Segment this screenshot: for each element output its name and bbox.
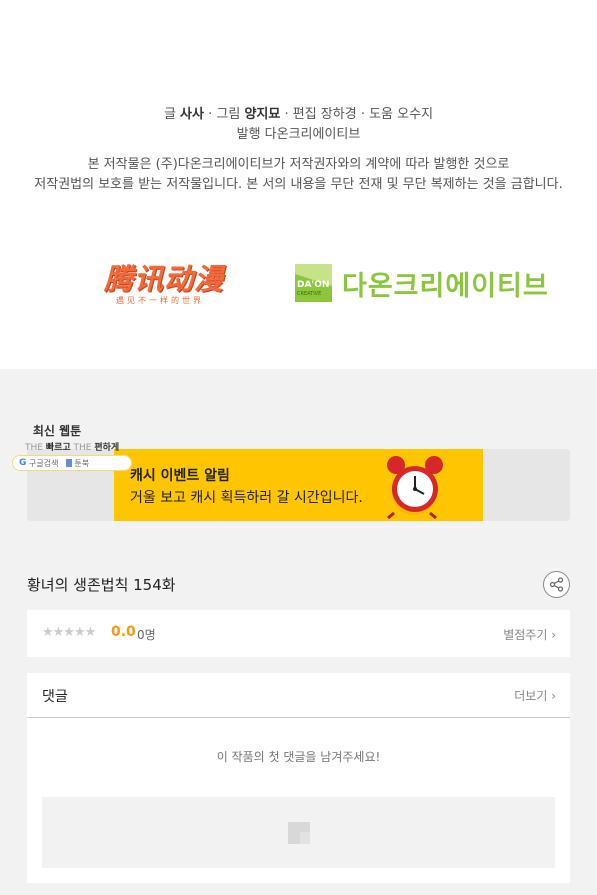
comments-header: 댓글 더보기 ›	[27, 673, 570, 718]
tencent-logo-tagline: 遇见不一样的世界	[116, 296, 204, 305]
daon-logo-mark: DA'ON CREATIVE	[295, 264, 332, 302]
editor-label: 편집	[292, 107, 317, 122]
rating-count: 0명	[137, 628, 156, 642]
comment-input-box[interactable]	[42, 797, 555, 868]
comments-empty-message: 이 작품의 첫 댓글을 남겨주세요!	[216, 750, 381, 764]
banner-title: 캐시 이벤트 알림	[130, 468, 230, 484]
rate-button[interactable]: 별점주기 ›	[503, 626, 556, 643]
toonbook-label: 툰북	[74, 458, 90, 468]
writer-label: 글	[163, 107, 176, 122]
google-search-label: 구글검색	[29, 458, 59, 468]
banner-subtitle: 거울 보고 캐시 획득하러 갈 시간입니다.	[130, 490, 363, 506]
publisher-line: 발행 다온크리에이티브	[236, 127, 361, 142]
star-rating-icons: ★★★★★	[42, 625, 96, 640]
episode-title: 황녀의 생존법칙 154화	[27, 576, 176, 594]
artist-label: 그림	[216, 107, 241, 122]
daon-creative-logo: DA'ON CREATIVE 다온크리에이티브	[295, 263, 549, 303]
slogan-easy: 편하게	[94, 443, 120, 453]
assistant-label: 도움	[369, 107, 394, 122]
daon-logo-text: 다온크리에이티브	[342, 270, 549, 302]
tencent-comics-logo: 腾讯动漫 遇见不一样的世界	[104, 262, 234, 310]
badge-title: 최신 웹툰	[32, 424, 82, 438]
share-icon	[549, 577, 564, 592]
slogan-the-1: THE	[25, 443, 43, 453]
comments-title: 댓글	[42, 689, 68, 705]
copyright-notice: 본 저작물은 (주)다온크리에이티브가 저작권자와의 계약에 따라 발행한 것으…	[0, 155, 597, 195]
rating-bar: ★★★★★ 0.0 0명 별점주기 ›	[27, 610, 570, 657]
share-button[interactable]	[543, 571, 570, 598]
comments-section: 댓글 더보기 › 이 작품의 첫 댓글을 남겨주세요!	[27, 673, 570, 883]
copyright-line-1: 본 저작물은 (주)다온크리에이티브가 저작권자와의 계약에 따라 발행한 것으…	[87, 157, 510, 172]
credits-section: 글 사사 · 그림 양지묘 · 편집 장하경 · 도움 오수지 발행 다온크리에…	[0, 0, 597, 369]
toonbook-label-wrap: 툰북	[66, 458, 89, 469]
artist-name: 양지묘	[244, 107, 281, 122]
write-comment-icon	[288, 822, 310, 844]
daon-mark-subtext: CREATIVE	[297, 291, 322, 297]
assistant-name: 오수지	[397, 107, 434, 122]
tencent-logo-text: 腾讯动漫	[104, 262, 225, 296]
latest-webtoon-badge[interactable]: 최신 웹툰 THE 빠르고 THE 편하게 G 구글검색 툰북	[12, 422, 134, 471]
daon-mark-text: DA'ON	[297, 280, 330, 290]
credits-line: 글 사사 · 그림 양지묘 · 편집 장하경 · 도움 오수지 발행 다온크리에…	[0, 105, 597, 145]
editor-name: 장하경	[320, 107, 357, 122]
book-icon	[66, 459, 73, 467]
alarm-clock-icon	[387, 456, 443, 519]
rating-score: 0.0	[111, 624, 136, 640]
badge-search-pill[interactable]: G 구글검색 툰북	[12, 455, 132, 471]
google-icon: G	[19, 458, 27, 468]
writer-name: 사사	[180, 107, 204, 122]
copyright-line-2: 저작권법의 보호를 받는 저작물입니다. 본 서의 내용을 무단 전재 및 무단…	[34, 177, 563, 192]
badge-slogan: THE 빠르고 THE 편하게	[25, 440, 134, 453]
cash-event-banner[interactable]: 캐시 이벤트 알림 거울 보고 캐시 획득하러 갈 시간입니다.	[114, 449, 483, 521]
comments-more-link[interactable]: 더보기 ›	[514, 687, 556, 704]
slogan-the-2: THE	[73, 443, 92, 453]
slogan-fast: 빠르고	[45, 443, 71, 453]
